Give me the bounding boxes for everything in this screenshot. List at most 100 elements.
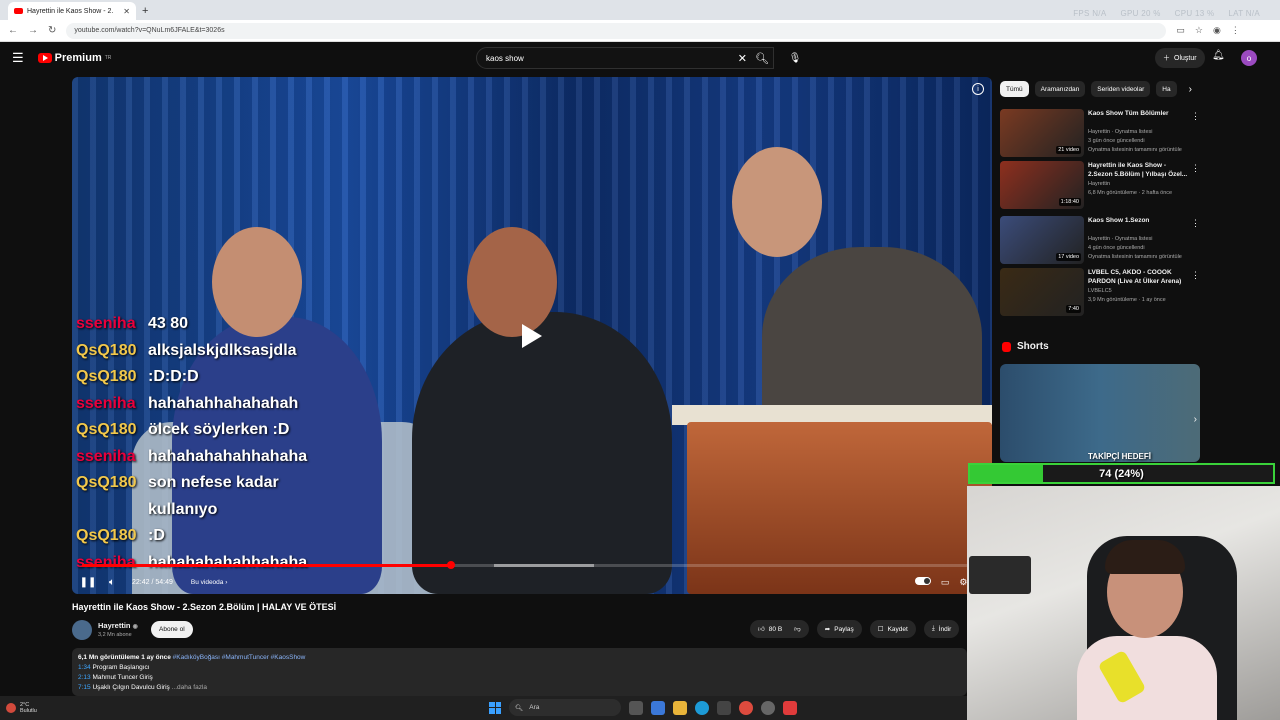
task-view-icon[interactable]	[629, 700, 643, 715]
chapter-timestamp[interactable]: 2:13	[78, 674, 91, 681]
back-icon[interactable]: ←	[8, 25, 18, 36]
pause-icon[interactable]: ❚❚	[76, 577, 100, 588]
streamer-hair	[1105, 540, 1185, 574]
search-button[interactable]: 🔍︎	[748, 47, 776, 69]
browser-menu-icon[interactable]: ⋮	[1231, 25, 1240, 36]
voice-search-icon[interactable]: 🎙︎	[785, 48, 805, 68]
recommended-video[interactable]: 17 video Kaos Show 1.Sezon Hayrettin · Oyn…	[1000, 216, 1200, 264]
notifications-bell-icon[interactable]: 🔔︎	[1212, 50, 1225, 61]
chapter-timestamp[interactable]: 1:34	[78, 664, 91, 671]
rec-title[interactable]: Kaos Show 1.Sezon	[1088, 217, 1188, 226]
taskbar-search[interactable]: 🔍︎ Ara	[509, 699, 621, 716]
more-options-icon[interactable]: ⋮	[1191, 111, 1200, 122]
tab-title: Hayrettin ile Kaos Show - 2.	[27, 7, 114, 15]
obs-icon[interactable]	[761, 700, 775, 715]
edge-browser-icon[interactable]	[695, 700, 709, 715]
chapter-timestamp[interactable]: 7:15	[78, 684, 91, 691]
subscribe-button[interactable]: Abone ol	[151, 621, 193, 638]
bookmark-star-icon[interactable]: ☆	[1195, 25, 1203, 36]
chat-message: sseniha hahahahhahahahah	[76, 391, 348, 418]
chat-username: QsQ180	[76, 368, 137, 385]
download-button[interactable]: ⤓ İndir	[923, 620, 960, 638]
create-button[interactable]: ＋ Oluştur	[1155, 48, 1205, 68]
windows-start-icon[interactable]	[489, 701, 501, 714]
chapter-text: Uşaklı Çılgın Davulcu Giriş	[92, 684, 170, 691]
recommended-video[interactable]: 1:18:40 Hayrettin ile Kaos Show - 2.Sezon…	[1000, 161, 1200, 209]
play-button-large[interactable]	[505, 313, 559, 359]
more-options-icon[interactable]: ⋮	[1191, 270, 1200, 281]
weather-icon	[6, 703, 16, 713]
chip-all[interactable]: Tümü	[1000, 81, 1029, 97]
chrome-icon[interactable]	[739, 700, 753, 715]
video-thumbnail[interactable]: 21 video	[1000, 109, 1084, 157]
extensions-icon[interactable]: ◉	[1213, 25, 1221, 36]
weather-widget[interactable]: 2°C Bulutlu	[6, 702, 37, 714]
app-icon[interactable]	[783, 700, 797, 715]
video-actions: 👍︎ 80 B 👎︎ ➦ Paylaş ☐ Kaydet ⤓ İndir	[750, 620, 960, 638]
youtube-header: ☰ Premium TR kaos show ✕ 🔍︎ 🎙︎ ＋ Oluştur …	[0, 42, 1280, 74]
rec-title[interactable]: Hayrettin ile Kaos Show - 2.Sezon 5.Bölü…	[1088, 162, 1188, 179]
browser-tab[interactable]: Hayrettin ile Kaos Show - 2. ✕	[8, 2, 136, 20]
hamburger-menu-icon[interactable]: ☰	[12, 50, 24, 66]
channel-avatar[interactable]	[72, 620, 92, 640]
subtitles-icon[interactable]: ▭	[941, 577, 950, 588]
save-button[interactable]: ☐ Kaydet	[869, 620, 916, 638]
youtube-play-icon	[37, 53, 52, 63]
rec-channel: Hayrettin	[1088, 181, 1111, 187]
description-box[interactable]: 6,1 Mn görüntüleme 1 ay önce #KadıköyBoğ…	[72, 648, 967, 696]
chat-username: QsQ180	[76, 421, 137, 438]
like-button[interactable]: 👍︎ 80 B 👎︎	[750, 620, 809, 638]
forward-icon[interactable]: →	[28, 25, 38, 36]
chip-series[interactable]: Seriden videolar	[1091, 81, 1151, 97]
taskbar-search-label: Ara	[529, 704, 540, 711]
clear-search-icon[interactable]: ✕	[738, 52, 747, 65]
weather-desc: Bulutlu	[20, 708, 37, 714]
share-label: Paylaş	[834, 625, 854, 633]
thumbs-down-icon[interactable]: 👎︎	[794, 625, 801, 633]
filter-chips: Tümü Aramanızdan Seriden videolar Ha ›	[1000, 81, 1192, 97]
more-options-icon[interactable]: ⋮	[1191, 218, 1200, 229]
rec-title[interactable]: LVBEL C5, AKDO - COOOK PARDON (Live At Ü…	[1088, 269, 1188, 286]
more-options-icon[interactable]: ⋮	[1191, 163, 1200, 174]
new-tab-button[interactable]: +	[142, 5, 148, 17]
chip-partial[interactable]: Ha	[1156, 81, 1177, 97]
url-field[interactable]: youtube.com/watch?v=QNuLm6JFALE&t=3026s	[66, 22, 1167, 39]
logo-country: TR	[104, 55, 112, 61]
info-icon[interactable]: i	[972, 83, 984, 95]
scrubber-handle[interactable]	[447, 561, 455, 569]
widgets-icon[interactable]	[651, 700, 665, 715]
shorts-shelf[interactable]: TAKİPÇİ HEDEFİ ›	[1000, 364, 1200, 462]
cast-icon[interactable]: ▭	[1176, 25, 1185, 36]
autoplay-toggle[interactable]	[914, 576, 931, 585]
close-tab-icon[interactable]: ✕	[123, 7, 130, 16]
verified-icon: ◉	[132, 624, 138, 630]
rec-title[interactable]: Kaos Show Tüm Bölümler	[1088, 110, 1188, 119]
share-button[interactable]: ➦ Paylaş	[816, 620, 862, 638]
volume-icon[interactable]: 🔈︎	[100, 577, 124, 588]
chip-from-search[interactable]: Aramanızdan	[1034, 81, 1086, 97]
channel-name[interactable]: Hayrettin ◉	[98, 621, 138, 630]
chapter-button[interactable]: Bu videoda ›	[191, 579, 228, 586]
avatar[interactable]: o	[1241, 50, 1257, 66]
shorts-title: Shorts	[1017, 341, 1049, 352]
chevron-right-icon[interactable]: ›	[1189, 84, 1192, 95]
video-thumbnail[interactable]: 1:18:40	[1000, 161, 1084, 209]
chevron-right-icon[interactable]: ›	[1194, 414, 1197, 425]
progress-bar[interactable]	[82, 561, 982, 569]
file-explorer-icon[interactable]	[673, 700, 687, 715]
chat-username: QsQ180	[76, 474, 137, 491]
chat-message: QsQ180 alksjalskjdlksasjdla	[76, 338, 348, 365]
reload-icon[interactable]: ↻	[48, 25, 56, 36]
time-display: 22:42 / 54:49	[132, 578, 173, 586]
recommended-video[interactable]: 21 video Kaos Show Tüm Bölümler Hayrettin …	[1000, 109, 1200, 157]
hashtags[interactable]: #KadıköyBoğası #MahmutTuncer #KaosShow	[173, 654, 306, 661]
video-player[interactable]: i sseniha 43 80 QsQ180 alksjalskjdlksasjdla…	[72, 77, 992, 594]
youtube-logo[interactable]: Premium TR	[37, 52, 112, 64]
chat-message: QsQ180 ölcek söylerken :D	[76, 417, 348, 444]
show-more-link[interactable]: ...daha fazla	[172, 684, 207, 691]
search-input[interactable]: kaos show ✕	[476, 47, 774, 69]
video-thumbnail[interactable]: 7:40	[1000, 268, 1084, 316]
video-thumbnail[interactable]: 17 video	[1000, 216, 1084, 264]
recommended-video[interactable]: 7:40 LVBEL C5, AKDO - COOOK PARDON (Live …	[1000, 268, 1200, 316]
store-icon[interactable]	[717, 700, 731, 715]
